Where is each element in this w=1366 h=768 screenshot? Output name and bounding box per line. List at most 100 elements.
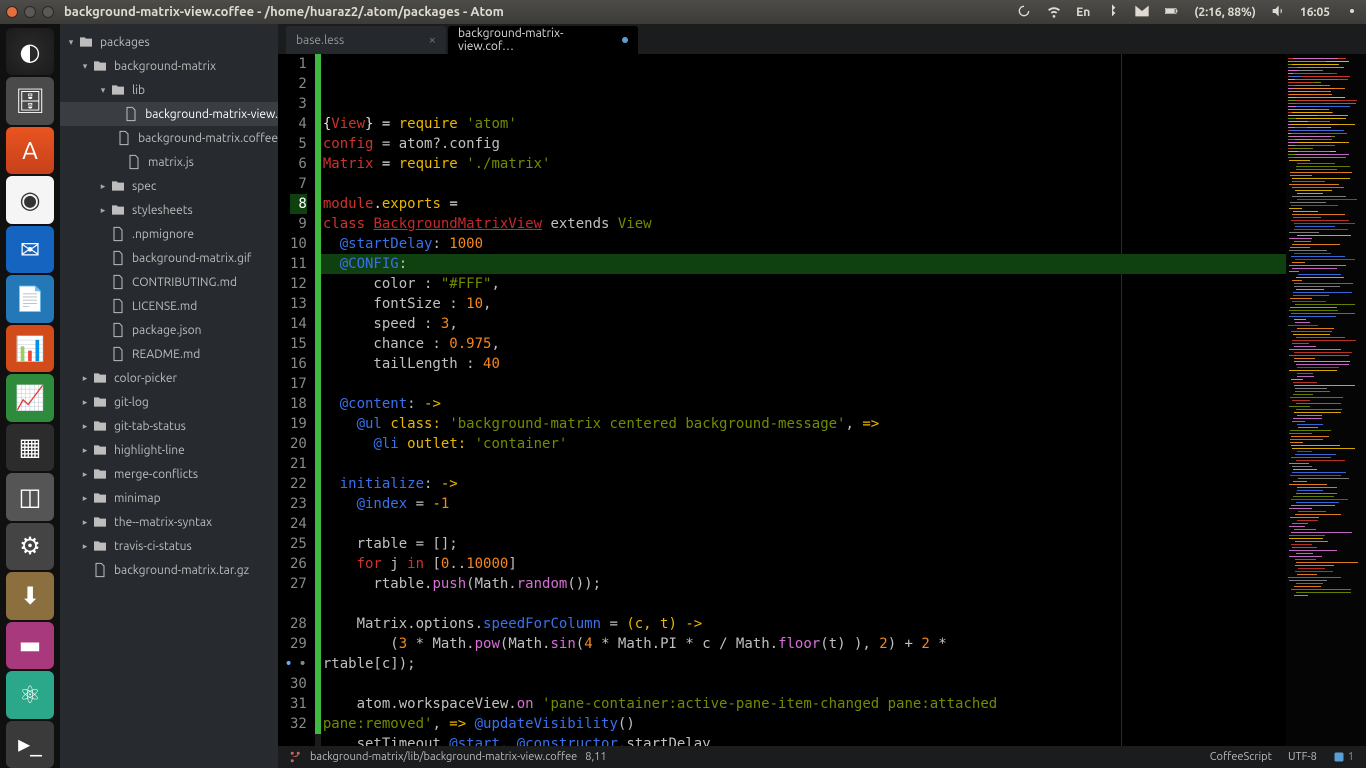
- tree-file[interactable]: background-matrix.coffee: [60, 126, 278, 150]
- tree-file[interactable]: package.json: [60, 318, 278, 342]
- keyboard-lang[interactable]: En: [1076, 6, 1090, 19]
- tree-file[interactable]: CONTRIBUTING.md: [60, 270, 278, 294]
- mail-icon[interactable]: [1134, 3, 1150, 22]
- code-line[interactable]: chance : 0.975,: [321, 334, 1286, 354]
- code-line[interactable]: tailLength : 40: [321, 354, 1286, 374]
- tab[interactable]: background-matrix-view.cof…: [448, 26, 638, 54]
- tree-folder[interactable]: ▸merge-conflicts: [60, 462, 278, 486]
- gear-icon[interactable]: [1344, 3, 1360, 22]
- code-line[interactable]: {View} = require 'atom': [321, 114, 1286, 134]
- code-line[interactable]: [321, 174, 1286, 194]
- gutter[interactable]: 1234567891011121314151617181920212223242…: [278, 54, 315, 746]
- tree-item-label: minimap: [114, 492, 161, 505]
- launcher-scale[interactable]: ▦: [6, 424, 54, 471]
- status-notifications[interactable]: 1: [1333, 751, 1354, 763]
- tree-folder[interactable]: ▸travis-ci-status: [60, 534, 278, 558]
- tree-folder[interactable]: ▸color-picker: [60, 366, 278, 390]
- minimize-button[interactable]: [24, 6, 36, 18]
- code-line[interactable]: @startDelay: 1000: [321, 234, 1286, 254]
- launcher-dash[interactable]: ◐: [6, 28, 54, 75]
- wifi-icon[interactable]: [1046, 3, 1062, 22]
- unity-launcher: ◐ 🗄 A ◉ ✉ 📄 📊 📈 ▦ ◫ ⚙ ⬇ ▬ ⚛ ▸_: [0, 24, 60, 768]
- code-line[interactable]: Matrix = require './matrix': [321, 154, 1286, 174]
- maximize-button[interactable]: [42, 6, 54, 18]
- bluetooth-icon[interactable]: [1104, 3, 1120, 22]
- tree-file[interactable]: LICENSE.md: [60, 294, 278, 318]
- launcher-files[interactable]: 🗄: [6, 77, 54, 124]
- status-cursor-pos[interactable]: 8,11: [585, 751, 606, 763]
- code-line[interactable]: for j in [0..10000]: [321, 554, 1286, 574]
- code-line[interactable]: [321, 374, 1286, 394]
- tree-folder[interactable]: ▸spec: [60, 174, 278, 198]
- launcher-chrome[interactable]: ◉: [6, 176, 54, 223]
- launcher-impress[interactable]: 📊: [6, 325, 54, 372]
- tree-file[interactable]: matrix.js: [60, 150, 278, 174]
- launcher-calc[interactable]: 📈: [6, 374, 54, 421]
- tree-folder[interactable]: ▸git-tab-status: [60, 414, 278, 438]
- code-line[interactable]: class BackgroundMatrixView extends View: [321, 214, 1286, 234]
- launcher-software[interactable]: A: [6, 127, 54, 174]
- code-line[interactable]: [321, 594, 1286, 614]
- tree-item-label: background-matrix.tar.gz: [114, 564, 249, 577]
- tree-file[interactable]: background-matrix-view.: [60, 102, 278, 126]
- battery-icon[interactable]: [1164, 3, 1180, 22]
- code-line[interactable]: [321, 514, 1286, 534]
- tree-folder[interactable]: ▸minimap: [60, 486, 278, 510]
- tree-folder[interactable]: ▸highlight-line: [60, 438, 278, 462]
- code-line[interactable]: @content: ->: [321, 394, 1286, 414]
- code-line[interactable]: atom.workspaceView.on 'pane-container:ac…: [321, 694, 1286, 714]
- code-line[interactable]: rtable[c]);: [321, 654, 1286, 674]
- tree-folder[interactable]: ▸stylesheets: [60, 198, 278, 222]
- code-line[interactable]: @ul class: 'background-matrix centered b…: [321, 414, 1286, 434]
- close-icon[interactable]: ×: [429, 33, 436, 47]
- tree-folder[interactable]: ▸the--matrix-syntax: [60, 510, 278, 534]
- code-line[interactable]: [321, 674, 1286, 694]
- close-button[interactable]: [6, 6, 18, 18]
- code-line[interactable]: pane:removed', => @updateVisibility(): [321, 714, 1286, 734]
- launcher-workspace[interactable]: ◫: [6, 473, 54, 520]
- code-line[interactable]: @index = -1: [321, 494, 1286, 514]
- tree-folder[interactable]: ▾lib: [60, 78, 278, 102]
- tree-file[interactable]: background-matrix.gif: [60, 246, 278, 270]
- tree-item-label: background-matrix-view.: [145, 108, 278, 121]
- code-line[interactable]: fontSize : 10,: [321, 294, 1286, 314]
- code-line[interactable]: color : "#FFF",: [321, 274, 1286, 294]
- code-line[interactable]: rtable.push(Math.random());: [321, 574, 1286, 594]
- tree-file[interactable]: README.md: [60, 342, 278, 366]
- git-branch-icon[interactable]: [290, 751, 302, 763]
- code-line[interactable]: @CONFIG:: [321, 254, 1286, 274]
- code-line[interactable]: rtable = [];: [321, 534, 1286, 554]
- launcher-terminal[interactable]: ▸_: [6, 721, 54, 768]
- text-editor[interactable]: 1234567891011121314151617181920212223242…: [278, 54, 1366, 746]
- code-line[interactable]: Matrix.options.speedForColumn = (c, t) -…: [321, 614, 1286, 634]
- launcher-purple[interactable]: ▬: [6, 622, 54, 669]
- tree-item-label: git-tab-status: [114, 420, 186, 433]
- tree-view[interactable]: ▾ packages ▾background-matrix▾lib backgro…: [60, 24, 278, 768]
- tree-root[interactable]: ▾ packages: [60, 30, 278, 54]
- code-line[interactable]: [321, 454, 1286, 474]
- tree-folder[interactable]: ▾background-matrix: [60, 54, 278, 78]
- tab[interactable]: base.less×: [286, 26, 446, 54]
- launcher-downloads[interactable]: ⬇: [6, 572, 54, 619]
- sync-icon[interactable]: [1016, 3, 1032, 22]
- launcher-writer[interactable]: 📄: [6, 275, 54, 322]
- status-grammar[interactable]: CoffeeScript: [1210, 751, 1272, 763]
- launcher-settings[interactable]: ⚙: [6, 523, 54, 570]
- status-file-path[interactable]: background-matrix/lib/background-matrix-…: [310, 751, 577, 763]
- code-line[interactable]: speed : 3,: [321, 314, 1286, 334]
- tree-file[interactable]: .npmignore: [60, 222, 278, 246]
- tree-file[interactable]: background-matrix.tar.gz: [60, 558, 278, 582]
- volume-icon[interactable]: [1270, 3, 1286, 22]
- code-line[interactable]: config = atom?.config: [321, 134, 1286, 154]
- launcher-atom[interactable]: ⚛: [6, 671, 54, 718]
- code-line[interactable]: setTimeout @start, @constructor.startDel…: [321, 734, 1286, 746]
- code-line[interactable]: initialize: ->: [321, 474, 1286, 494]
- code-line[interactable]: (3 * Math.pow(Math.sin(4 * Math.PI * c /…: [321, 634, 1286, 654]
- tree-folder[interactable]: ▸git-log: [60, 390, 278, 414]
- code-line[interactable]: module.exports =: [321, 194, 1286, 214]
- launcher-thunderbird[interactable]: ✉: [6, 226, 54, 273]
- status-encoding[interactable]: UTF-8: [1288, 751, 1317, 763]
- code-line[interactable]: @li outlet: 'container': [321, 434, 1286, 454]
- code-content[interactable]: {View} = require 'atom'config = atom?.co…: [321, 54, 1286, 746]
- minimap[interactable]: [1286, 54, 1366, 746]
